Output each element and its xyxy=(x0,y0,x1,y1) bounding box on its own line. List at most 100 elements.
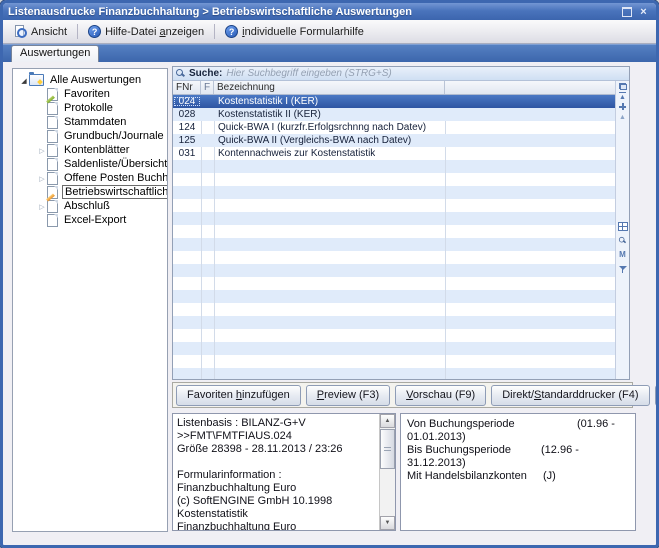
view-magnifier-icon xyxy=(14,25,27,38)
tree-item-label: Abschluß xyxy=(62,200,112,212)
hilfe-datei-anzeigen-button[interactable]: Hilfe-Datei anzeigen xyxy=(81,22,211,41)
search-input[interactable]: Hier Suchbegriff eingeben (STRG+S) xyxy=(226,68,391,79)
magnifier-icon xyxy=(176,69,185,78)
triangle-collapsed-icon[interactable] xyxy=(37,144,47,156)
tree-item-betriebswirtschaftliche-auswertungen[interactable]: Betriebswirtschaftliche Auswertungen xyxy=(13,185,167,199)
auswertung-drucken-button[interactable]: Auswertung drucken xyxy=(655,385,659,406)
grid-row-124[interactable]: 124Quick-BWA I (kurzfr.Erfolgsrchnng nac… xyxy=(173,121,615,134)
tree-item-label: Favoriten xyxy=(62,88,112,100)
tree-item-label: Stammdaten xyxy=(62,116,128,128)
filter-funnel-icon[interactable] xyxy=(617,263,628,274)
scroll-up-button[interactable]: ▲ xyxy=(380,414,395,428)
listenbasis-info-panel: Listenbasis : BILANZ-G+V >>FMT\FMTFIAUS.… xyxy=(172,413,396,531)
page-icon xyxy=(47,172,58,185)
page-icon xyxy=(47,200,58,213)
page-icon xyxy=(47,144,58,157)
window-title: Listenausdrucke Finanzbuchhaltung > Betr… xyxy=(8,6,617,18)
tree-item-excel-export[interactable]: Excel-Export xyxy=(13,213,167,227)
scroll-down-button[interactable]: ▼ xyxy=(380,516,395,530)
scrollbar-thumb[interactable] xyxy=(380,429,395,469)
tree-item-label: Kontenblätter xyxy=(62,144,131,156)
tree-item-offene-posten[interactable]: Offene Posten Buchhaltung xyxy=(13,171,167,185)
help-icon xyxy=(88,25,101,38)
toolbar-separator xyxy=(214,24,215,39)
preview-button[interactable]: Preview (F3) xyxy=(306,385,390,406)
tree-item-kontenblaetter[interactable]: Kontenblätter xyxy=(13,143,167,157)
ansicht-label: Ansicht xyxy=(31,26,67,38)
favorites-page-icon xyxy=(47,88,58,101)
tree-item-alle-auswertungen[interactable]: Alle Auswertungen xyxy=(13,73,167,87)
info-value: (J) xyxy=(543,470,556,483)
info-label: Bis Buchungsperiode xyxy=(407,444,511,456)
hilfe-label: Hilfe-Datei anzeigen xyxy=(105,26,204,38)
tree-item-label: Offene Posten Buchhaltung xyxy=(62,172,168,184)
search-label: Suche: xyxy=(189,68,222,79)
page-icon xyxy=(47,116,58,129)
tab-auswertungen[interactable]: Auswertungen xyxy=(11,45,99,62)
toolbar: Ansicht Hilfe-Datei anzeigen individuell… xyxy=(3,20,656,44)
marker-m-icon[interactable]: M xyxy=(617,249,628,260)
restore-button[interactable] xyxy=(619,5,634,18)
triangle-collapsed-icon[interactable] xyxy=(37,200,47,212)
column-header-f[interactable]: F xyxy=(201,81,214,94)
grid-row-031[interactable]: 031Kontennachweis zur Kostenstatistik xyxy=(173,147,615,160)
titlebar: Listenausdrucke Finanzbuchhaltung > Betr… xyxy=(3,3,656,20)
tree-item-label: Betriebswirtschaftliche Auswertungen xyxy=(62,185,168,199)
tree-item-protokolle[interactable]: Protokolle xyxy=(13,101,167,115)
auswertungen-grid: Suche: Hier Suchbegriff eingeben (STRG+S… xyxy=(172,66,630,380)
tree-item-abschluss[interactable]: Abschluß xyxy=(13,199,167,213)
search-bar[interactable]: Suche: Hier Suchbegriff eingeben (STRG+S… xyxy=(173,67,629,81)
info-value: (12.96 - xyxy=(541,444,579,457)
individuelle-formularhilfe-button[interactable]: individuelle Formularhilfe xyxy=(218,22,371,41)
plus-icon[interactable] xyxy=(617,101,628,112)
direkt-standarddrucker-button[interactable]: Direkt/Standarddrucker (F4) xyxy=(491,385,649,406)
listenbasis-info-text: Listenbasis : BILANZ-G+V >>FMT\FMTFIAUS.… xyxy=(173,414,380,530)
grid-icon[interactable] xyxy=(617,221,628,232)
favoriten-hinzufuegen-button[interactable]: Favoriten hinzufügen xyxy=(176,385,301,406)
page-pencil-icon xyxy=(47,186,58,199)
column-header-bezeichnung[interactable]: Bezeichnung xyxy=(214,81,445,94)
close-button[interactable]: × xyxy=(636,5,651,18)
info-label: Von Buchungsperiode xyxy=(407,418,515,430)
grid-side-strip: ▲ ▲ M xyxy=(615,81,629,379)
tree-item-stammdaten[interactable]: Stammdaten xyxy=(13,115,167,129)
tree-item-saldenliste[interactable]: Saldenliste/Übersicht xyxy=(13,157,167,171)
grid-row-125[interactable]: 125Quick-BWA II (Vergleichs-BWA nach Dat… xyxy=(173,134,615,147)
info-label: Mit Handelsbilanzkonten xyxy=(407,470,527,482)
column-header-empty[interactable] xyxy=(445,81,615,94)
dialog-window: Listenausdrucke Finanzbuchhaltung > Betr… xyxy=(0,0,659,548)
magnifier-icon[interactable] xyxy=(617,235,628,246)
page-icon xyxy=(47,158,58,171)
tree-item-label: Saldenliste/Übersicht xyxy=(62,158,168,170)
tree-item-label: Protokolle xyxy=(62,102,115,114)
triangle-expanded-icon[interactable] xyxy=(19,74,29,86)
column-chooser-icon[interactable] xyxy=(617,81,628,92)
info-value-wrap: 01.01.2013) xyxy=(407,431,629,444)
info-value-wrap: 31.12.2013) xyxy=(407,457,629,470)
scroll-top-icon[interactable]: ▲ xyxy=(619,92,626,101)
tree-item-grundbuch-journale[interactable]: Grundbuch/Journale xyxy=(13,129,167,143)
triangle-up-icon[interactable]: ▲ xyxy=(617,112,628,123)
tab-band: Auswertungen xyxy=(3,44,656,62)
tree-item-label: Alle Auswertungen xyxy=(48,74,143,86)
info-value: (01.96 - xyxy=(577,418,615,431)
grid-empty-rows xyxy=(173,160,615,379)
scrollbar[interactable]: ▲ ▼ xyxy=(379,414,395,530)
window-restore-icon xyxy=(622,7,632,17)
formularhilfe-label: individuelle Formularhilfe xyxy=(242,26,364,38)
page-icon xyxy=(47,130,58,143)
grid-row-028[interactable]: 028Kostenstatistik II (KER) xyxy=(173,108,615,121)
tree-item-label: Excel-Export xyxy=(62,214,128,226)
page-icon xyxy=(47,102,58,115)
toolbar-separator xyxy=(77,24,78,39)
folder-star-icon xyxy=(29,74,44,86)
vorschau-button[interactable]: Vorschau (F9) xyxy=(395,385,486,406)
grid-header: FNr F Bezeichnung xyxy=(173,81,615,95)
ansicht-button[interactable]: Ansicht xyxy=(7,22,74,41)
column-header-fnr[interactable]: FNr xyxy=(173,81,201,94)
buchungsperiode-info-panel: Von Buchungsperiode(01.96 - 01.01.2013) … xyxy=(400,413,636,531)
grid-row-024[interactable]: 024Kostenstatistik I (KER) xyxy=(173,95,615,108)
button-strip: Favoriten hinzufügen Preview (F3) Vorsch… xyxy=(172,382,633,408)
triangle-collapsed-icon[interactable] xyxy=(37,172,47,184)
tree-item-favoriten[interactable]: Favoriten xyxy=(13,87,167,101)
